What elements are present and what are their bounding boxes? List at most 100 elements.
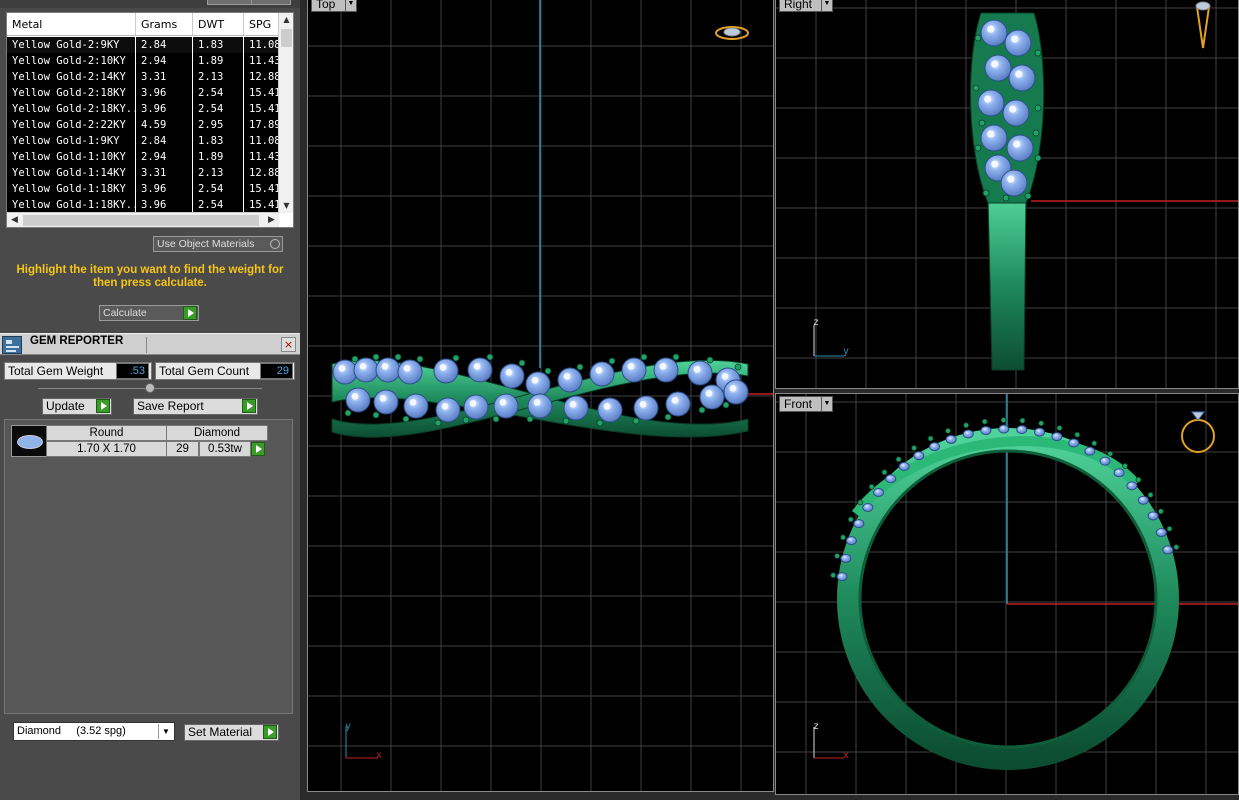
prong (1032, 129, 1040, 137)
prong (372, 353, 380, 361)
dropdown-arrow-icon[interactable]: ▼ (345, 0, 356, 11)
metal-table-row[interactable]: Yellow Gold-1:18KY... 3.96 2.54 15.41 (7, 197, 279, 213)
metal-table-cell: 2.13 (193, 165, 244, 181)
gem-stone (527, 393, 553, 419)
prong (1074, 431, 1081, 438)
metal-table-row[interactable]: Yellow Gold-2:18KY... 3.96 2.54 15.41 (7, 101, 279, 117)
gem-count-cell[interactable]: 29 (166, 441, 199, 457)
gem-stone (980, 19, 1008, 47)
viewport-label-top[interactable]: Top ▼ (311, 0, 357, 12)
metal-table-cell: Yellow Gold-2:14KY (7, 69, 136, 85)
gem-stone (433, 358, 459, 384)
metal-table-cell: 3.31 (136, 165, 193, 181)
metal-table-cell: Yellow Gold-2:22KY (7, 117, 136, 133)
gem-highlight (499, 399, 507, 406)
scroll-up-icon[interactable]: ▲ (279, 13, 293, 27)
gem-shape-cell[interactable]: Round (46, 425, 167, 441)
gem-reporter-header: GEM REPORTER × (0, 333, 300, 355)
front-viewport[interactable]: Front ▼ (775, 393, 1239, 795)
ring-thumbnail-gem (1195, 1, 1211, 11)
gem-stone (723, 379, 749, 405)
gem-material-cell[interactable]: Diamond (166, 425, 268, 441)
gem-weight-cell[interactable]: 0.53tw (199, 441, 251, 457)
viewport-label-text: Front (784, 397, 813, 411)
gem-stone (563, 395, 589, 421)
dropdown-arrow-icon[interactable]: ▼ (821, 0, 832, 11)
top-viewport[interactable]: Top ▼ (307, 0, 774, 792)
metal-table-row[interactable]: Yellow Gold-1:9KY 2.84 1.83 11.08 (7, 133, 279, 149)
scroll-right-icon[interactable]: ▶ (264, 213, 279, 227)
viewport-label-right[interactable]: Right ▼ (779, 0, 833, 12)
viewport-label-text: Top (316, 0, 336, 11)
ring-thumbnail-gem (1191, 411, 1205, 421)
gem-size-cell[interactable]: 1.70 X 1.70 (46, 441, 167, 457)
play-arrow-icon[interactable] (96, 399, 110, 413)
column-header-spg[interactable]: SPG (244, 13, 279, 35)
scroll-thumb[interactable] (23, 215, 259, 226)
prong (1034, 154, 1042, 162)
metal-table-row[interactable]: Yellow Gold-2:9KY 2.84 1.83 11.08 (7, 37, 279, 53)
prong (544, 367, 552, 375)
material-select[interactable]: Diamond (3.52 spg) ▼ (13, 722, 175, 741)
prong (632, 417, 640, 425)
close-icon[interactable]: × (281, 337, 296, 352)
right-viewport[interactable]: Right ▼ (775, 0, 1239, 389)
gem-stone (435, 397, 461, 423)
horizontal-scrollbar[interactable]: ◀ ▶ (7, 212, 279, 227)
metal-table-row[interactable]: Yellow Gold-1:18KY 3.96 2.54 15.41 (7, 181, 279, 197)
play-arrow-icon[interactable] (242, 399, 256, 413)
total-gem-count-value: 29 (260, 363, 293, 379)
toolbar-dropdown[interactable] (207, 0, 257, 5)
save-report-button[interactable]: Save Report (133, 398, 258, 415)
toggle-circle-icon[interactable] (270, 239, 280, 249)
column-header-dwt[interactable]: DWT (193, 13, 244, 35)
gem-thumbnail[interactable] (11, 425, 47, 457)
calculate-button[interactable]: Calculate (99, 305, 199, 321)
gem-stone (862, 502, 874, 512)
material-select-value: Diamond (3.52 spg) (17, 725, 126, 737)
gem-highlight (569, 401, 577, 408)
prong (974, 34, 982, 42)
scroll-left-icon[interactable]: ◀ (7, 213, 22, 227)
gem-stone (980, 124, 1008, 152)
gem-stone (1004, 29, 1032, 57)
play-arrow-icon[interactable] (263, 725, 277, 739)
gem-stone (929, 442, 941, 452)
update-button[interactable]: Update (42, 398, 112, 415)
right-view-canvas[interactable] (776, 0, 1239, 389)
set-material-button[interactable]: Set Material (184, 724, 279, 741)
viewport-label-front[interactable]: Front ▼ (779, 396, 833, 412)
play-arrow-icon[interactable] (251, 442, 265, 456)
metal-table-cell: 2.54 (193, 197, 244, 213)
gem-stone (499, 363, 525, 389)
metal-table-cell: Yellow Gold-1:10KY (7, 149, 136, 165)
metal-table-row[interactable]: Yellow Gold-1:14KY 3.31 2.13 12.88 (7, 165, 279, 181)
prong (1166, 525, 1173, 532)
viewport-label-text: Right (784, 0, 813, 11)
metal-table-row[interactable]: Yellow Gold-2:10KY 2.94 1.89 11.43 (7, 53, 279, 69)
gem-highlight (987, 25, 995, 33)
metal-table-row[interactable]: Yellow Gold-1:10KY 2.94 1.89 11.43 (7, 149, 279, 165)
divider-knob-icon[interactable] (145, 383, 155, 393)
metal-table-row[interactable]: Yellow Gold-2:22KY 4.59 2.95 17.89 (7, 117, 279, 133)
metal-table-row[interactable]: Yellow Gold-2:14KY 3.31 2.13 12.88 (7, 69, 279, 85)
scroll-thumb[interactable] (281, 29, 292, 47)
use-object-materials-toggle[interactable]: Use Object Materials (153, 236, 283, 252)
total-gem-weight-label: Total Gem Weight (8, 364, 104, 378)
play-arrow-icon[interactable] (183, 306, 197, 320)
top-view-canvas[interactable] (308, 0, 774, 792)
metal-table-cell: 2.94 (136, 53, 193, 69)
scroll-down-icon[interactable]: ▼ (279, 199, 293, 213)
vertical-scrollbar[interactable]: ▲ ▼ (278, 13, 293, 213)
dropdown-arrow-icon[interactable]: ▼ (821, 397, 832, 411)
toolbar-dropdown[interactable] (251, 0, 291, 5)
metal-table-row[interactable]: Yellow Gold-2:18KY 3.96 2.54 15.41 (7, 85, 279, 101)
dropdown-arrow-icon[interactable]: ▼ (158, 724, 173, 739)
gem-highlight (693, 366, 701, 373)
prong (434, 419, 442, 427)
front-view-canvas[interactable] (776, 394, 1239, 795)
metal-table-cell: 3.96 (136, 101, 193, 117)
column-header-metal[interactable]: Metal (7, 13, 136, 35)
prong (402, 415, 410, 423)
column-header-grams[interactable]: Grams (136, 13, 193, 35)
